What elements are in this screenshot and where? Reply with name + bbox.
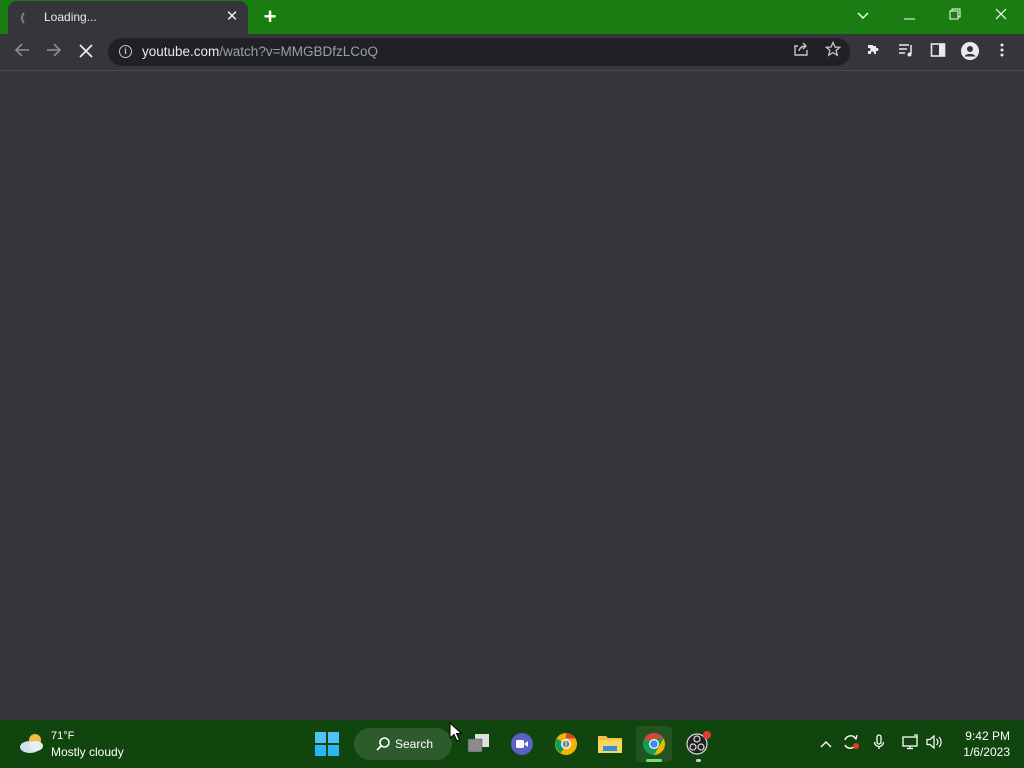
arrow-right-icon (47, 43, 62, 57)
close-icon (79, 44, 93, 58)
clock-date: 1/6/2023 (963, 745, 1010, 759)
close-window-button[interactable] (978, 0, 1024, 32)
chrome-canary-icon (555, 733, 577, 755)
forward-button[interactable] (40, 38, 68, 66)
weather-description: Mostly cloudy (51, 745, 124, 759)
start-button[interactable] (309, 726, 345, 762)
meet-app-button[interactable] (504, 726, 540, 762)
folder-icon (598, 736, 622, 753)
profile-icon[interactable] (960, 42, 980, 62)
file-explorer-button[interactable] (592, 726, 628, 762)
side-panel-icon[interactable] (928, 42, 948, 62)
tab-title: Loading... (44, 10, 97, 24)
tab-close-icon[interactable]: ✕ (222, 7, 242, 27)
network-icon[interactable] (900, 734, 920, 754)
browser-tab[interactable]: Loading... ✕ (8, 1, 248, 34)
url-host: youtube.com (142, 44, 220, 59)
browser-toolbar: i youtube.com/watch?v=MMGBDfzLCoQ (0, 34, 1024, 71)
mouse-cursor-icon (449, 722, 463, 742)
sync-icon[interactable] (841, 734, 861, 754)
chrome-icon (643, 733, 665, 755)
page-content[interactable] (0, 71, 1024, 720)
clock[interactable]: 9:42 PM 1/6/2023 (963, 728, 1010, 760)
title-bar: Loading... ✕ + (0, 0, 1024, 34)
address-bar[interactable]: i youtube.com/watch?v=MMGBDfzLCoQ (108, 38, 850, 66)
volume-icon[interactable] (925, 734, 945, 754)
video-call-icon (511, 733, 533, 755)
site-info-icon[interactable]: i (119, 45, 132, 58)
share-icon[interactable] (790, 41, 812, 63)
active-app-indicator (646, 759, 662, 762)
search-label: Search (395, 737, 434, 751)
weather-widget[interactable]: 71°F Mostly cloudy (18, 728, 148, 760)
microphone-icon[interactable] (869, 734, 889, 754)
media-queue-icon[interactable] (896, 42, 916, 62)
weather-temperature: 71°F (51, 730, 75, 742)
url-path: /watch?v=MMGBDfzLCoQ (219, 44, 378, 59)
task-view-icon (467, 734, 489, 753)
windows-logo-icon (315, 732, 339, 756)
show-hidden-icons-chevron-icon[interactable] (816, 734, 836, 754)
chrome-canary-button[interactable] (548, 726, 584, 762)
chrome-button[interactable] (636, 726, 672, 762)
url-text[interactable]: youtube.com/watch?v=MMGBDfzLCoQ (142, 44, 378, 59)
tab-search-chevron-icon[interactable] (840, 0, 886, 32)
obs-button[interactable] (680, 726, 716, 762)
minimize-button[interactable] (886, 0, 932, 32)
restore-button[interactable] (932, 0, 978, 32)
loading-spinner-icon (21, 10, 37, 26)
stop-loading-button[interactable] (72, 38, 100, 66)
more-vert-icon[interactable] (992, 42, 1012, 62)
clock-time: 9:42 PM (965, 729, 1010, 743)
star-icon[interactable] (822, 40, 844, 63)
taskbar-search-button[interactable]: Search (354, 728, 452, 760)
task-view-button[interactable] (461, 726, 497, 762)
back-button[interactable] (8, 38, 36, 66)
open-app-indicator (696, 759, 701, 762)
new-tab-button[interactable]: + (258, 5, 282, 29)
obs-icon (686, 731, 711, 755)
arrow-left-icon (14, 43, 29, 57)
search-icon (376, 737, 390, 751)
cloudy-weather-icon (20, 734, 43, 753)
taskbar: 71°F Mostly cloudy Search 9:42 PM 1/6/20… (0, 720, 1024, 768)
puzzle-icon[interactable] (864, 42, 884, 62)
